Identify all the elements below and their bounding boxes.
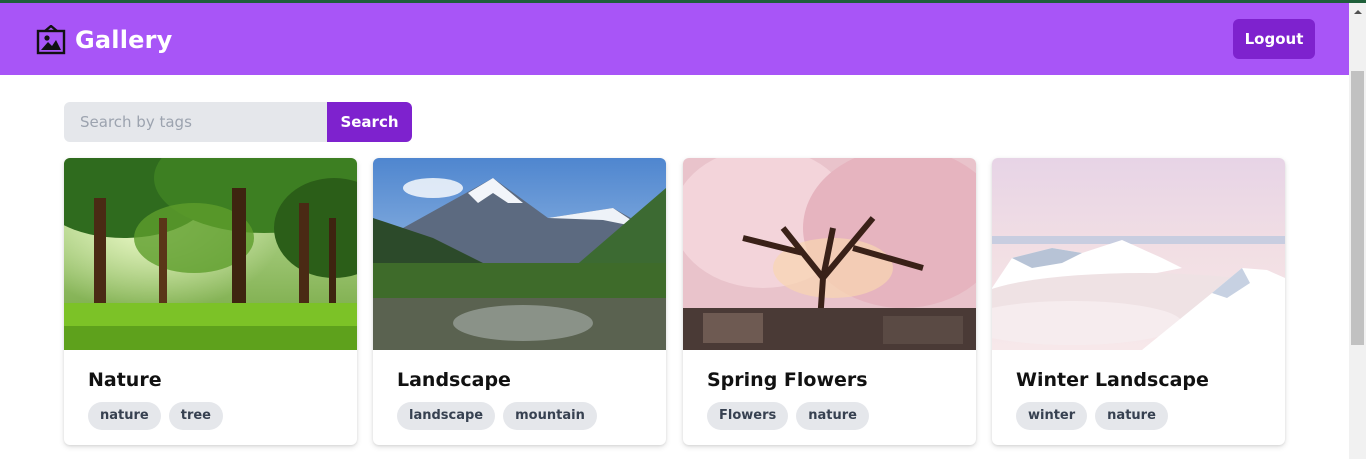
card-title: Winter Landscape [1016,369,1209,391]
tag-chip[interactable]: landscape [397,402,496,430]
card-title: Spring Flowers [707,369,868,391]
search-button[interactable]: Search [327,102,412,142]
tag-chip[interactable]: mountain [503,402,597,430]
gallery-card[interactable]: Landscape landscape mountain [373,158,666,445]
tag-list: landscape mountain [397,402,605,430]
navbar: Gallery Logout [0,3,1349,75]
app-title: Gallery [75,26,173,54]
gallery-icon [36,25,66,55]
search-bar: Search [64,102,412,142]
tag-chip[interactable]: tree [168,402,223,430]
tag-chip[interactable]: winter [1016,402,1088,430]
tag-chip[interactable]: nature [796,402,869,430]
tag-list: nature tree [88,402,231,430]
brand[interactable]: Gallery [36,25,173,55]
vertical-scrollbar[interactable] [1349,3,1366,459]
card-image-snowy-mountains[interactable] [992,158,1285,350]
logout-button[interactable]: Logout [1233,19,1315,59]
tag-chip[interactable]: nature [1095,402,1168,430]
search-input[interactable] [64,102,327,142]
gallery-card[interactable]: Spring Flowers Flowers nature [683,158,976,445]
card-image-cherry-blossom[interactable] [683,158,976,350]
scroll-up-arrow-icon[interactable] [1349,3,1366,20]
tag-list: winter nature [1016,402,1176,430]
tag-chip[interactable]: Flowers [707,402,789,430]
card-title: Nature [88,369,162,391]
scrollbar-thumb[interactable] [1351,71,1364,345]
card-image-forest[interactable] [64,158,357,350]
card-image-mountain[interactable] [373,158,666,350]
tag-list: Flowers nature [707,402,877,430]
gallery-card[interactable]: Winter Landscape winter nature [992,158,1285,445]
tag-chip[interactable]: nature [88,402,161,430]
gallery-card[interactable]: Nature nature tree [64,158,357,445]
card-title: Landscape [397,369,511,391]
